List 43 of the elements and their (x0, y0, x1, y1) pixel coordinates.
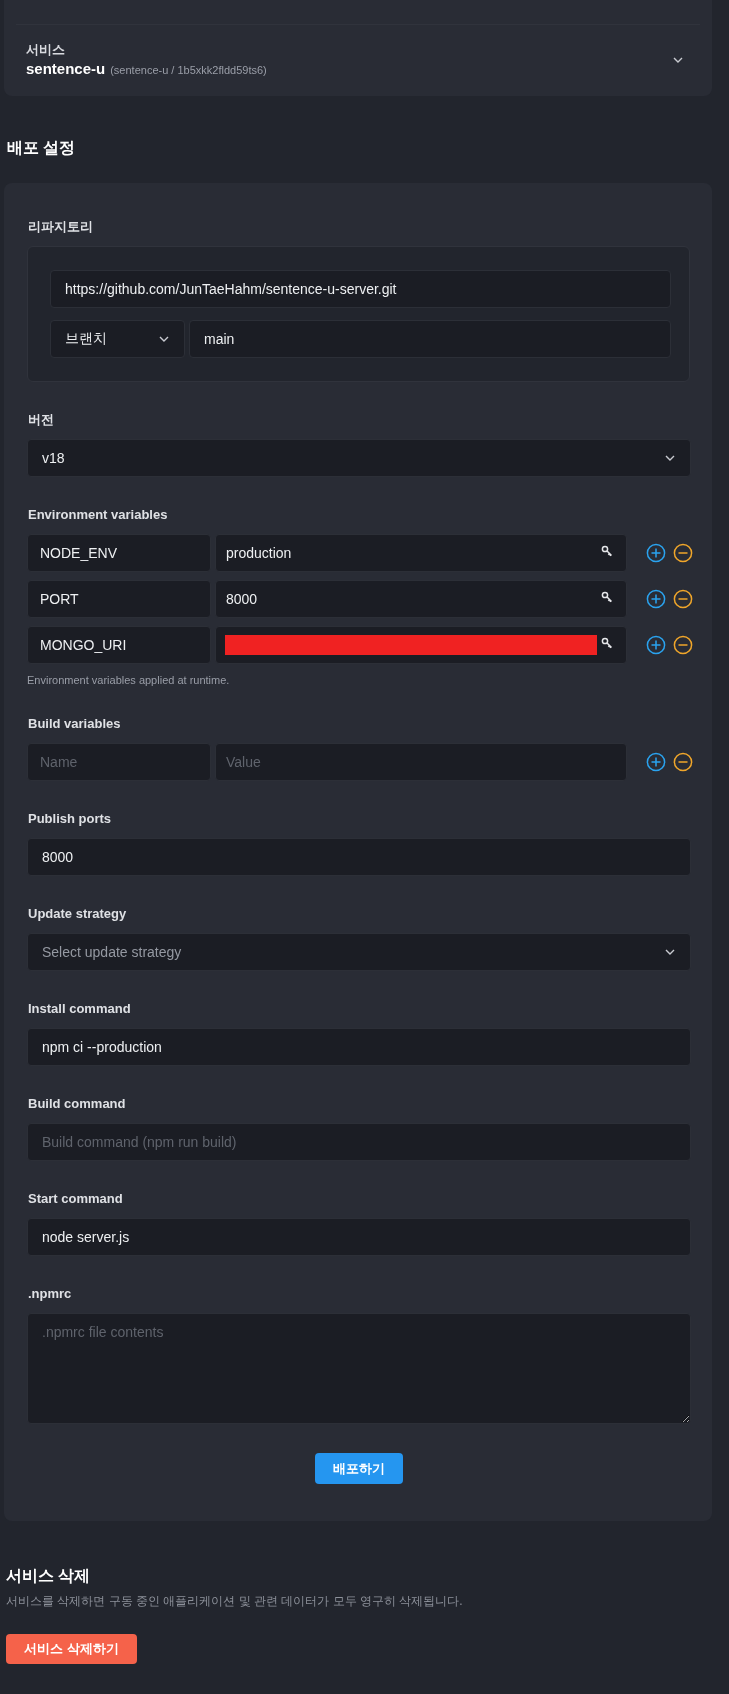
input-field[interactable]: NODE_ENV (27, 534, 211, 572)
input-field[interactable]: Name (27, 743, 211, 781)
remove-icon[interactable] (673, 752, 693, 772)
key-icon[interactable] (601, 637, 613, 649)
input-field[interactable]: https://github.com/JunTaeHahm/sentence-u-server.git (50, 270, 671, 308)
help-text: Environment variables applied at runtime. (27, 674, 231, 686)
remove-icon[interactable] (673, 635, 693, 655)
add-icon[interactable] (646, 635, 666, 655)
input-field[interactable]: npm ci --production (27, 1028, 691, 1066)
service-selector[interactable]: 서비스 sentence-u (sentence-u / 1b5xkk2fldd59ts6) (16, 25, 700, 96)
input-field[interactable]: node server.js (27, 1218, 691, 1256)
add-icon[interactable] (646, 589, 666, 609)
field-label: Environment variables (28, 506, 169, 524)
description-text: 서비스를 삭제하면 구동 중인 애플리케이션 및 관련 데이터가 모두 영구히 삭제됩니다. (6, 1593, 464, 1609)
field-label: Update strategy (28, 905, 128, 923)
input-field[interactable]: production (215, 534, 627, 572)
field-label: Build command (28, 1095, 127, 1113)
remove-icon[interactable] (673, 589, 693, 609)
select-field[interactable]: Select update strategy (27, 933, 691, 971)
field-label: 버전 (28, 411, 55, 429)
field-label: Install command (28, 1000, 132, 1018)
add-icon[interactable] (646, 543, 666, 563)
field-label: 리파지토리 (28, 218, 94, 236)
field-label: Publish ports (28, 810, 113, 828)
section-heading: 서비스 삭제 (6, 1566, 92, 1586)
input-field[interactable]: MONGO_URI (27, 626, 211, 664)
input-field[interactable]: Build command (npm run build) (27, 1123, 691, 1161)
section-heading: 배포 설정 (7, 138, 77, 158)
input-field[interactable]: 8000 (27, 838, 691, 876)
text-area[interactable]: .npmrc file contents (27, 1313, 691, 1424)
input-field[interactable]: Value (215, 743, 627, 781)
field-label: Build variables (28, 715, 122, 733)
field-label: Start command (28, 1190, 124, 1208)
remove-icon[interactable] (673, 543, 693, 563)
add-icon[interactable] (646, 752, 666, 772)
key-icon[interactable] (601, 591, 613, 603)
input-field[interactable]: 8000 (215, 580, 627, 618)
input-field[interactable]: PORT (27, 580, 211, 618)
select-field[interactable]: 브랜치 (50, 320, 185, 358)
select-field[interactable]: v18 (27, 439, 691, 477)
field-label: .npmrc (28, 1285, 73, 1303)
key-icon[interactable] (601, 545, 613, 557)
input-field[interactable]: main (189, 320, 671, 358)
